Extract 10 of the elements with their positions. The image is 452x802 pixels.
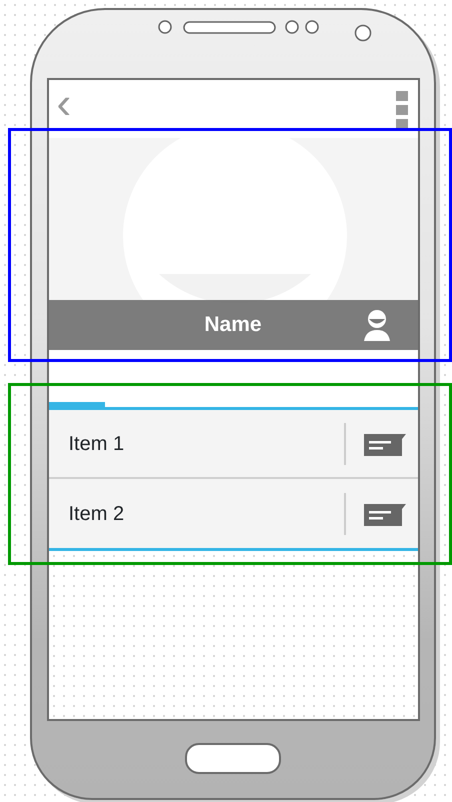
- home-button[interactable]: [185, 743, 281, 774]
- person-icon: [362, 309, 392, 341]
- list-item[interactable]: Item 2: [48, 479, 418, 548]
- camera-icon: [354, 24, 372, 42]
- profile-name: Name: [204, 312, 262, 338]
- message-icon[interactable]: [364, 432, 406, 456]
- list-item[interactable]: Item 1: [48, 410, 418, 479]
- item-label: Item 1: [68, 432, 124, 456]
- item-label: Item 2: [68, 502, 124, 526]
- message-icon[interactable]: [364, 502, 406, 526]
